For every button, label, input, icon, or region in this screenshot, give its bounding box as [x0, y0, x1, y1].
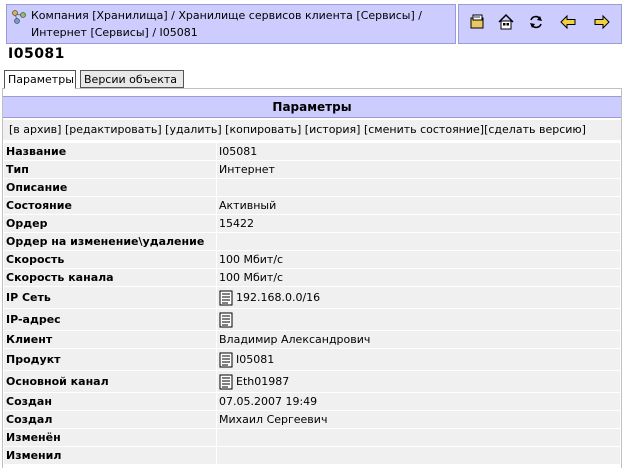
row-label: IP-адрес: [3, 308, 217, 331]
table-row: Ордер 15422: [3, 214, 621, 233]
row-value: [216, 178, 621, 197]
hierarchy-icon: [12, 10, 26, 24]
toolbar: [458, 4, 622, 44]
document-icon[interactable]: [219, 312, 233, 328]
table-row: Изменён: [3, 428, 621, 447]
breadcrumb: Компания [Хранилища] / Хранилище сервисо…: [6, 4, 456, 44]
row-value-cell: [216, 308, 621, 331]
row-label: Создал: [3, 410, 217, 429]
breadcrumb-path-line2[interactable]: Интернет [Сервисы] / I05081: [31, 26, 198, 39]
row-label: Изменён: [3, 428, 217, 447]
table-row: Тип Интернет: [3, 160, 621, 179]
page-title: I05081: [8, 46, 65, 62]
breadcrumb-path-line1[interactable]: Компания [Хранилища] / Хранилище сервисо…: [31, 9, 422, 22]
row-label: Скорость: [3, 250, 217, 269]
table-row: Создан 07.05.2007 19:49: [3, 392, 621, 411]
history-link[interactable]: [история]: [305, 123, 361, 136]
row-label: Создан: [3, 392, 217, 411]
row-value: Интернет: [216, 160, 621, 179]
properties-table: Название I05081 Тип Интернет Описание Со…: [3, 142, 621, 465]
row-label: Описание: [3, 178, 217, 197]
table-row: Создал Михаил Сергеевич: [3, 410, 621, 429]
row-value: Активный: [216, 196, 621, 215]
row-value: 100 Мбит/с: [216, 250, 621, 269]
row-value[interactable]: Eth01987: [236, 375, 289, 388]
arrow-left-icon[interactable]: [559, 13, 577, 31]
table-row: Основной канал Eth01987: [3, 370, 621, 393]
table-row: Название I05081: [3, 142, 621, 161]
row-value: Владимир Александрович: [216, 330, 621, 349]
row-label: Ордер: [3, 214, 217, 233]
delete-link[interactable]: [удалить]: [165, 123, 222, 136]
document-icon[interactable]: [219, 374, 233, 390]
row-label: Ордер на изменение\удаление: [3, 232, 217, 251]
tab-parameters[interactable]: Параметры: [4, 70, 76, 89]
change-state-link[interactable]: [сменить состояние]: [364, 123, 484, 136]
row-value[interactable]: 192.168.0.0/16: [236, 291, 320, 304]
row-value-cell: I05081: [216, 348, 621, 371]
row-value: [216, 232, 621, 251]
archive-link[interactable]: [в архив]: [9, 123, 61, 136]
row-value: [216, 446, 621, 465]
table-row: Скорость канала 100 Мбит/с: [3, 268, 621, 287]
row-value: 15422: [216, 214, 621, 233]
document-icon[interactable]: [219, 290, 233, 306]
row-value: [216, 428, 621, 447]
table-row: Описание: [3, 178, 621, 197]
folder-icon[interactable]: [468, 13, 486, 31]
document-icon[interactable]: [219, 352, 233, 368]
action-bar: [в архив] [редактировать] [удалить] [коп…: [3, 120, 621, 140]
row-label: Название: [3, 142, 217, 161]
table-row: Ордер на изменение\удаление: [3, 232, 621, 251]
row-label: Клиент: [3, 330, 217, 349]
table-row: IP Сеть 192.168.0.0/16: [3, 286, 621, 309]
section-header: Параметры: [3, 96, 621, 118]
table-row: Изменил: [3, 446, 621, 465]
refresh-icon[interactable]: [527, 13, 545, 31]
row-label: Продукт: [3, 348, 217, 371]
table-row: IP-адрес: [3, 308, 621, 331]
copy-link[interactable]: [копировать]: [225, 123, 301, 136]
row-label: IP Сеть: [3, 286, 217, 309]
row-label: Основной канал: [3, 370, 217, 393]
row-value: 100 Мбит/с: [216, 268, 621, 287]
row-value: Михаил Сергеевич: [216, 410, 621, 429]
row-value: 07.05.2007 19:49: [216, 392, 621, 411]
row-label: Скорость канала: [3, 268, 217, 287]
table-row: Продукт I05081: [3, 348, 621, 371]
row-label: Изменил: [3, 446, 217, 465]
table-row: Скорость 100 Мбит/с: [3, 250, 621, 269]
home-icon[interactable]: [497, 13, 515, 31]
make-version-link[interactable]: [сделать версию]: [484, 123, 586, 136]
row-label: Тип: [3, 160, 217, 179]
tab-object-versions[interactable]: Версии объекта: [80, 70, 184, 88]
row-value-cell: Eth01987: [216, 370, 621, 393]
table-row: Клиент Владимир Александрович: [3, 330, 621, 349]
table-row: Состояние Активный: [3, 196, 621, 215]
row-value[interactable]: I05081: [236, 353, 274, 366]
row-value-cell: 192.168.0.0/16: [216, 286, 621, 309]
row-value: I05081: [216, 142, 621, 161]
row-label: Состояние: [3, 196, 217, 215]
arrow-right-icon[interactable]: [593, 13, 611, 31]
edit-link[interactable]: [редактировать]: [65, 123, 162, 136]
